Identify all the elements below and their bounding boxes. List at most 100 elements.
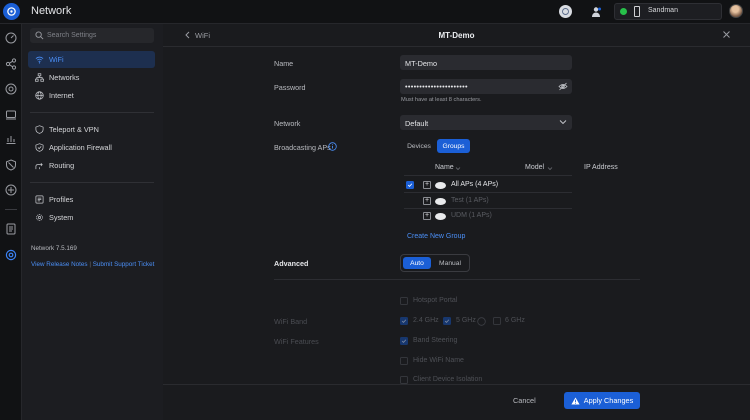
link-separator: | [89, 261, 91, 268]
name-label: Name [274, 59, 294, 68]
client-isolation-checkbox[interactable] [400, 376, 408, 384]
close-icon[interactable] [721, 29, 732, 40]
create-group-link[interactable]: Create New Group [407, 233, 465, 240]
online-status-icon [620, 8, 627, 15]
band-6-checkbox[interactable] [493, 317, 501, 325]
sidebar-item-system[interactable] [28, 209, 155, 226]
firewall-icon [35, 143, 44, 152]
band-5-checkbox[interactable] [443, 317, 451, 325]
sidebar-links: View Release Notes | Submit Support Tick… [31, 261, 154, 268]
shield-icon [35, 125, 44, 134]
device-icon [634, 6, 640, 17]
column-header-model[interactable]: Model [525, 164, 544, 171]
expand-icon[interactable]: + [423, 181, 431, 189]
sidebar-divider [30, 182, 154, 183]
routing-icon [35, 162, 43, 170]
sidebar-item-label: Routing [49, 161, 75, 170]
devices-icon[interactable] [4, 82, 18, 96]
table-divider [404, 208, 572, 209]
access-point-icon [435, 197, 446, 205]
version-label: Network 7.5.169 [31, 245, 77, 252]
device-status-icon[interactable] [559, 5, 572, 18]
tab-devices[interactable]: Devices [401, 139, 437, 153]
topology-icon[interactable] [4, 57, 18, 71]
sidebar-item-routing[interactable] [28, 157, 155, 174]
unifi-logo-icon[interactable] [3, 3, 20, 20]
group-row-label: Test (1 APs) [451, 197, 489, 204]
release-notes-link[interactable]: View Release Notes [31, 261, 88, 268]
column-header-ip-address[interactable]: IP Address [584, 164, 618, 171]
cancel-button[interactable]: Cancel [513, 396, 536, 405]
wifi-band-label: WiFi Band [274, 317, 308, 326]
client-isolation-label: Client Device Isolation [413, 376, 483, 383]
band-steering-label: Band Steering [413, 337, 458, 344]
password-label: Password [274, 83, 306, 92]
user-assist-icon[interactable] [589, 5, 602, 18]
sidebar-item-label: Profiles [49, 195, 74, 204]
warning-icon [571, 396, 580, 405]
apply-changes-label: Apply Changes [583, 396, 634, 405]
avatar[interactable] [729, 4, 743, 18]
insights-icon[interactable] [4, 132, 18, 146]
group-row-label: All APs (4 APs) [451, 181, 499, 188]
hotspot-portal-checkbox[interactable] [400, 297, 408, 305]
info-icon[interactable] [328, 142, 337, 151]
search-icon [35, 31, 44, 40]
table-divider [404, 192, 572, 193]
advanced-divider [274, 279, 640, 280]
apply-changes-button[interactable]: Apply Changes [564, 392, 640, 409]
chevron-down-icon [559, 120, 567, 125]
sidebar-item-label: System [49, 213, 74, 222]
sidebar-item-wifi[interactable] [28, 51, 155, 68]
mode-manual[interactable]: Manual [433, 257, 467, 269]
support-ticket-link[interactable]: Submit Support Ticket [93, 261, 155, 268]
search-placeholder: Search Settings [47, 31, 97, 39]
sidebar-item-networks[interactable] [28, 69, 155, 86]
sidebar-item-profiles[interactable] [28, 191, 155, 208]
advanced-label: Advanced [274, 259, 309, 268]
mode-auto[interactable]: Auto [403, 257, 431, 269]
sidebar-item-label: Teleport & VPN [49, 125, 99, 134]
clients-icon[interactable] [4, 108, 18, 122]
band-steering-checkbox[interactable] [400, 337, 408, 345]
sidebar-item-label: Networks [49, 73, 80, 82]
access-point-icon [435, 212, 446, 220]
profiles-icon [35, 195, 44, 204]
panel-footer [163, 384, 750, 420]
wifi-edit-panel: WiFi MT-Demo Name MT-Demo Password •••••… [163, 24, 750, 420]
hotspot-portal-label: Hotspot Portal [413, 297, 458, 304]
eye-off-icon[interactable] [558, 82, 568, 91]
access-point-icon [435, 181, 446, 189]
sidebar-item-internet[interactable] [28, 87, 155, 104]
row-checkbox[interactable] [406, 181, 414, 189]
table-divider [404, 175, 572, 176]
app-title: Network [31, 5, 72, 17]
settings-icon[interactable] [4, 248, 18, 262]
wifi-features-label: WiFi Features [274, 337, 319, 346]
network-value: Default [405, 118, 429, 128]
expand-icon[interactable]: + [423, 197, 431, 205]
sidebar-item-label: WiFi [49, 55, 64, 64]
expand-icon[interactable]: + [423, 212, 431, 220]
dashboard-icon[interactable] [4, 31, 18, 45]
name-value: MT-Demo [405, 58, 438, 68]
group-row-label: UDM (1 APs) [451, 212, 492, 219]
tab-groups[interactable]: Groups [437, 139, 470, 153]
rail-divider [5, 209, 17, 210]
gear-icon [36, 214, 43, 221]
password-hint: Must have at least 8 characters. [401, 97, 482, 103]
band-5-label: 5 GHz [456, 317, 476, 324]
hide-wifi-name-checkbox[interactable] [400, 357, 408, 365]
broadcasting-aps-label: Broadcasting APs [274, 143, 331, 152]
integrations-icon[interactable] [4, 183, 18, 197]
security-icon[interactable] [4, 158, 18, 172]
hide-wifi-name-label: Hide WiFi Name [413, 357, 464, 364]
logs-icon[interactable] [4, 222, 18, 236]
networks-icon [35, 73, 44, 82]
app-rail [0, 24, 22, 420]
band-24-label: 2.4 GHz [413, 317, 439, 324]
sidebar-item-label: Internet [49, 91, 74, 100]
band-24-checkbox[interactable] [400, 317, 408, 325]
column-header-name[interactable]: Name [435, 164, 454, 171]
network-label: Network [274, 119, 301, 128]
